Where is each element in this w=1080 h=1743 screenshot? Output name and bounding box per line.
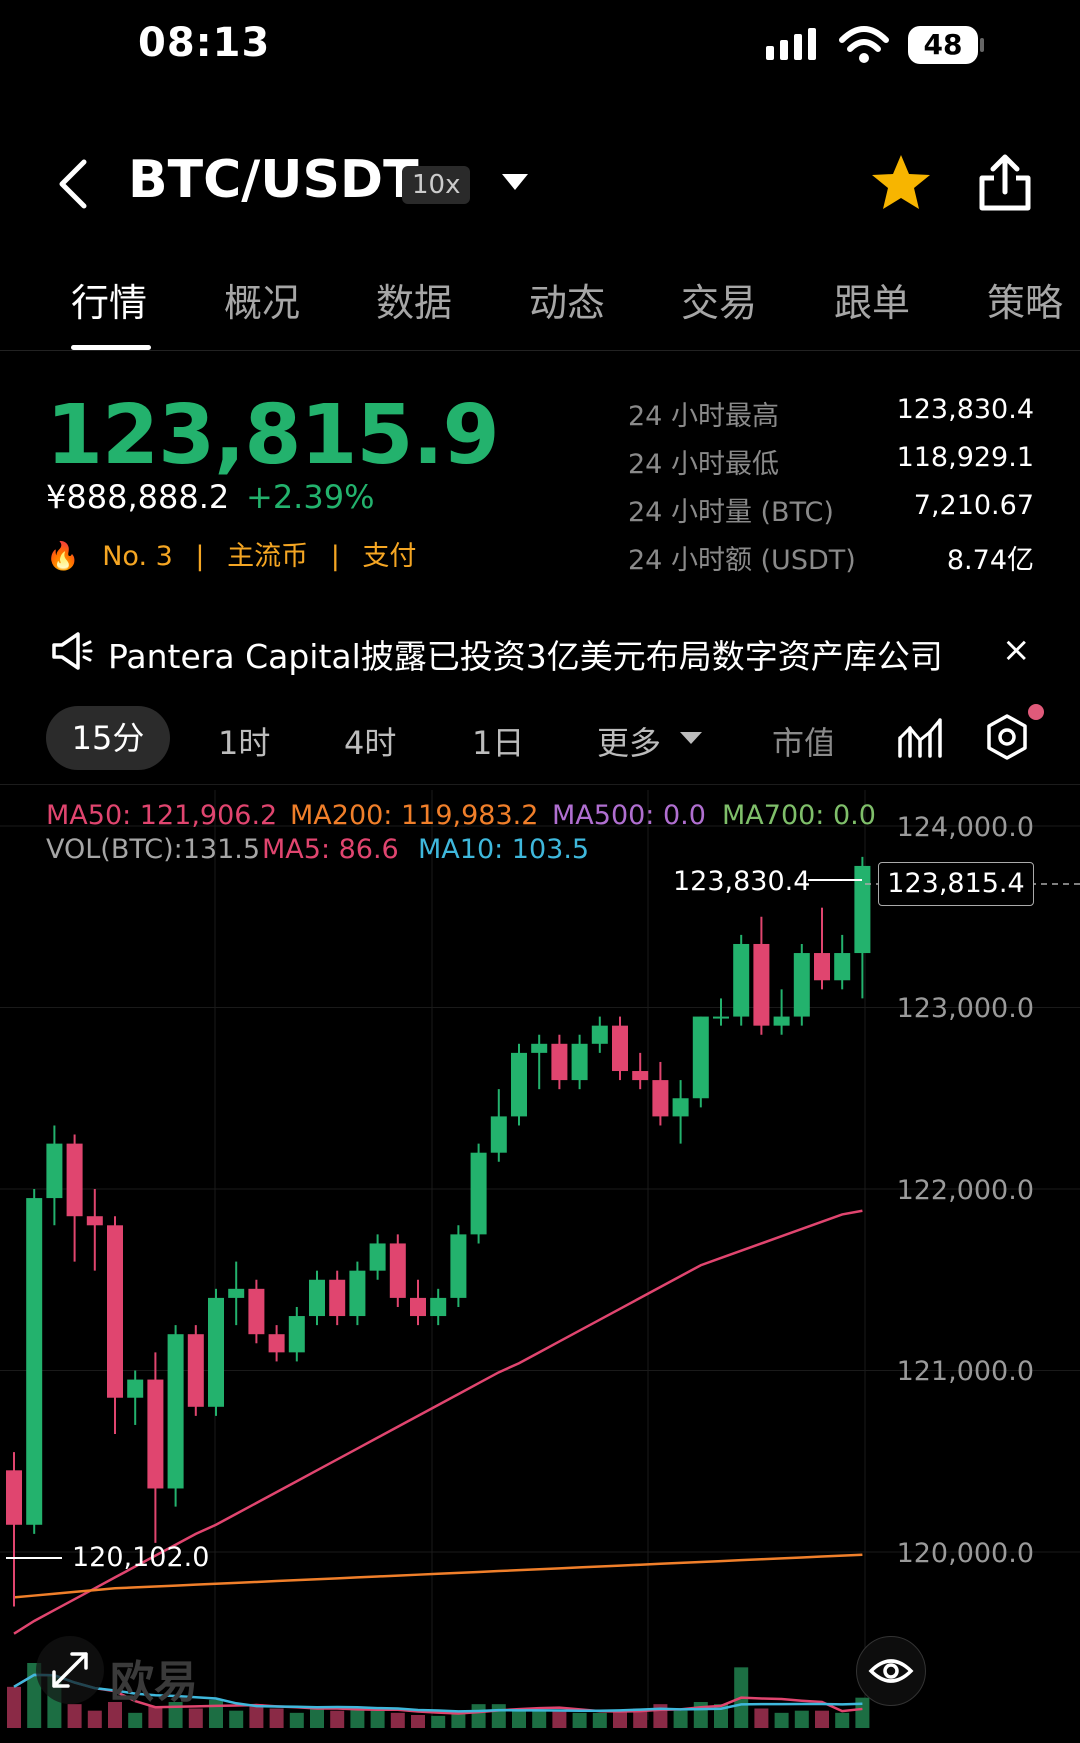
watermark-logo: 欧易 [110,1657,198,1708]
candle-body [733,943,750,1017]
candle-body [652,1080,669,1117]
volume-bar [330,1710,345,1728]
candle-body [248,1288,265,1335]
y-axis-label: 123,000.0 [896,993,1034,1024]
volume-bar [87,1710,102,1728]
volume-bar [835,1712,850,1728]
candle-body [167,1334,184,1489]
candle-body [430,1297,447,1317]
candle-body [309,1279,325,1317]
volume-bar [67,1704,82,1728]
legend-ma700: MA700: 0.0 [722,800,876,831]
volume-bar [815,1710,829,1728]
volume-bar [613,1710,627,1728]
legend-ma10: MA10: 103.5 [418,834,590,865]
low-marker-label: 120,102.0 [72,1542,210,1573]
volume-bar [350,1708,365,1728]
candle-body [490,1116,507,1153]
candle-body [854,865,871,954]
candle-body [531,1043,548,1053]
legend-ma50: MA50: 121,906.2 [46,800,278,831]
candle-body [713,1016,729,1019]
candle-body [268,1334,285,1353]
volume-bar [128,1712,143,1728]
candle-body [86,1216,103,1226]
candle-body [389,1243,406,1298]
volume-bar [754,1708,769,1728]
volume-bar [673,1710,688,1728]
candle-body [470,1152,487,1235]
y-axis-label: 122,000.0 [896,1175,1034,1206]
volume-bar [431,1715,446,1728]
candle-body [349,1270,366,1317]
candle-body [511,1052,527,1117]
volume-bar [188,1708,203,1728]
volume-bar [269,1708,284,1728]
candle-body [329,1279,346,1317]
legend-ma200: MA200: 119,983.2 [290,800,539,831]
candle-body [793,953,810,1017]
candle-body [6,1470,22,1525]
candle-body [107,1225,123,1398]
candle-body [692,1016,709,1099]
volume-bar [289,1712,304,1728]
volume-bar [572,1712,587,1728]
candle-body [66,1143,83,1217]
candle-body [632,1071,649,1081]
candle-body [450,1234,467,1298]
volume-bar [491,1704,506,1728]
legend-volume: VOL(BTC):131.5 [46,834,261,865]
candle-body [591,1025,608,1044]
y-axis-label: 124,000.0 [896,812,1034,843]
y-axis-label: 121,000.0 [896,1356,1034,1387]
high-marker-label: 123,830.4 [673,866,811,897]
candle-body [288,1316,305,1353]
fullscreen-button[interactable] [36,1636,104,1704]
candle-body [228,1288,245,1298]
candle-body [612,1025,628,1072]
volume-bar [592,1712,607,1728]
legend-ma500: MA500: 0.0 [552,800,706,831]
candle-body [773,1016,790,1026]
candle-body [672,1098,689,1117]
candle-body [46,1143,63,1199]
candle-body [571,1043,588,1081]
candle-body [753,943,770,1026]
volume-bar [411,1715,425,1728]
volume-bar [532,1710,547,1728]
current-price-tag[interactable]: 123,815.4 [878,862,1034,906]
volume-bar [794,1710,809,1728]
volume-bar [451,1712,466,1728]
expand-icon [52,1652,88,1688]
volume-bar [7,1686,21,1728]
candle-body [814,953,830,981]
candle-body [410,1297,426,1317]
candle-body [187,1334,204,1407]
volume-bar [471,1704,486,1728]
legend-ma5: MA5: 86.6 [262,834,399,865]
candle-body [26,1198,43,1525]
candle-body [834,953,851,981]
candle-body [369,1243,386,1271]
volume-bar [774,1712,789,1728]
eye-icon [868,1659,914,1683]
y-axis-label: 120,000.0 [896,1538,1034,1569]
visibility-toggle-button[interactable] [856,1636,926,1706]
volume-bar [552,1710,567,1728]
candle-body [208,1297,224,1407]
volume-bar [249,1704,264,1728]
volume-bar [370,1710,385,1728]
volume-bar [390,1712,405,1728]
candle-body [551,1043,568,1081]
candle-body [127,1379,144,1398]
volume-bar [229,1710,244,1728]
volume-bar [209,1699,223,1728]
candle-body [147,1379,164,1489]
